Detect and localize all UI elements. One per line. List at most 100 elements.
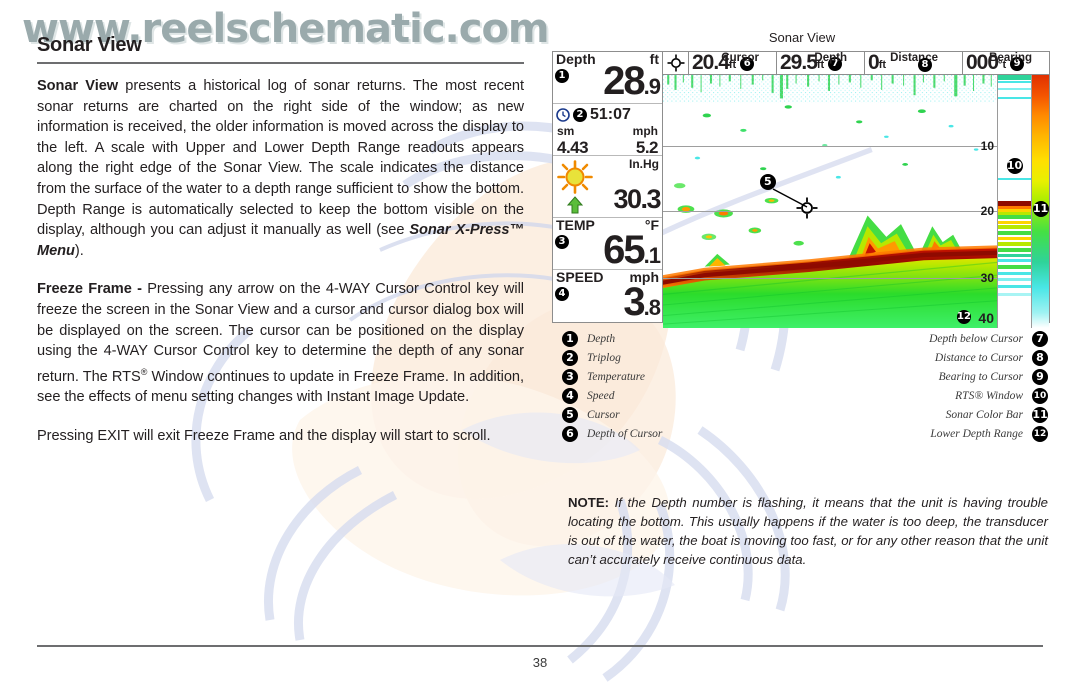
callout-11-sonar-color-bar: 11	[1032, 201, 1049, 218]
clock-icon	[556, 108, 570, 122]
triplog-values: 4.43 5.2	[553, 138, 662, 158]
depth-readout: Depth ft 1 28.9	[553, 52, 662, 104]
legend-item: Bearing to Cursor 9	[929, 367, 1048, 386]
legend-callout-11: 11	[1032, 406, 1048, 423]
depth-below-cursor-label: Depth	[814, 52, 847, 64]
legend-label-10: RTS® Window	[955, 389, 1023, 402]
paragraph-lead-term: Sonar View	[37, 78, 119, 94]
callout-8-distance-to-cursor: 8	[918, 58, 932, 72]
note-text: If the Depth number is flashing, it mean…	[568, 495, 1048, 567]
title-divider	[37, 62, 524, 64]
legend-item: 3 Temperature	[562, 367, 662, 386]
triplog-speed-value: 5.2	[635, 138, 659, 157]
barometer-value: 30.3	[613, 184, 661, 214]
speed-value-int: 3	[623, 280, 645, 324]
legend-label-3: Temperature	[587, 370, 645, 383]
legend-item: 4 Speed	[562, 386, 662, 405]
legend-callout-9: 9	[1032, 368, 1048, 385]
cursor-dialog-icon-cell	[663, 52, 689, 74]
depth-scale-30: 30	[980, 270, 994, 285]
legend-label-5: Cursor	[587, 408, 620, 421]
distance-to-cursor-value: 0	[868, 51, 880, 74]
paragraph-overview-text: presents a historical log of sonar retur…	[37, 78, 524, 239]
speed-value-dec: .8	[643, 295, 661, 320]
legend-item: Sonar Color Bar 11	[929, 405, 1048, 424]
up-arrow-icon	[567, 196, 583, 214]
legend-label-1: Depth	[587, 332, 616, 345]
legend-label-7: Depth below Cursor	[929, 332, 1023, 345]
legend-label-8: Distance to Cursor	[934, 351, 1023, 364]
figure-legend: 1 Depth 2 Triplog 3 Temperature 4 Speed 5 Cur…	[552, 329, 1050, 445]
triplog-units: sm mph	[553, 124, 662, 138]
gridline-10	[663, 145, 997, 147]
triplog-speed-unit: mph	[632, 124, 658, 138]
note-lead: NOTE:	[568, 495, 610, 510]
cursor-dialog-bar: Cursor 20.4 ft 6 Depth 29.5 ft 7 Distanc…	[663, 52, 1049, 75]
note-block: NOTE: If the Depth number is flashing, i…	[568, 493, 1048, 569]
legend-item: 6 Depth of Cursor	[562, 424, 662, 443]
legend-callout-5: 5	[562, 406, 578, 423]
speed-label: SPEED	[556, 269, 604, 285]
depth-value-int: 28	[603, 59, 645, 103]
depth-below-cursor-value: 29.5	[780, 51, 818, 74]
sun-icon	[557, 160, 593, 194]
callout-10-rts-window: 10	[1006, 158, 1023, 175]
legend-label-11: Sonar Color Bar	[945, 408, 1023, 421]
paragraph-overview-end: ).	[74, 242, 84, 259]
legend-callout-3: 3	[562, 368, 578, 385]
legend-item: Lower Depth Range 12	[929, 424, 1048, 443]
footer-divider	[37, 645, 1043, 647]
legend-callout-1: 1	[562, 330, 578, 347]
legend-item: 1 Depth	[562, 329, 662, 348]
gridline-20	[663, 210, 997, 212]
callout-4-speed: 4	[555, 287, 569, 301]
callout-2-triplog: 2	[573, 108, 587, 122]
callout-1-depth: 1	[555, 69, 569, 83]
callout-5-cursor: 5	[759, 173, 776, 190]
echogram: 10 20 30 12 40 5	[663, 75, 997, 329]
legend-callout-6: 6	[562, 425, 578, 442]
sonar-device-screen: Depth ft 1 28.9 2 51:07 sm mph 4.43 5.2 …	[552, 51, 1050, 329]
legend-item: Depth below Cursor 7	[929, 329, 1048, 348]
temperature-readout: TEMP °F 3 65.1	[553, 218, 662, 270]
triplog-distance-value: 4.43	[557, 138, 589, 157]
legend-label-12: Lower Depth Range	[930, 427, 1023, 440]
sonar-color-bar: 11	[1031, 75, 1049, 329]
figure-caption: Sonar View	[768, 30, 836, 45]
depth-value-dec: .9	[643, 74, 661, 99]
legend-item: Distance to Cursor 8	[929, 348, 1048, 367]
legend-callout-7: 7	[1032, 330, 1048, 347]
cursor-depth-label: Cursor	[721, 52, 759, 64]
temperature-value: 65.1	[553, 230, 662, 273]
figure-column: Sonar View Depth ft 1 28.9 2 51:07 sm mp…	[552, 30, 1060, 445]
article-column: Sonar View Sonar View presents a histori…	[37, 34, 524, 446]
temperature-value-int: 65	[603, 228, 645, 272]
depth-label: Depth	[556, 51, 596, 67]
cursor-depth-cell: Cursor 20.4 ft 6	[689, 52, 777, 74]
callout-3-temperature: 3	[555, 235, 569, 249]
legend-callout-12: 12	[1032, 425, 1048, 442]
readout-strip: Depth ft 1 28.9 2 51:07 sm mph 4.43 5.2 …	[553, 52, 663, 322]
speed-header: SPEED mph	[553, 270, 662, 285]
depth-scale-20: 20	[980, 203, 994, 218]
rts-window: 10	[997, 75, 1031, 329]
barometer-unit: In.Hg	[629, 157, 659, 171]
legend-callout-4: 4	[562, 387, 578, 404]
echogram-render	[663, 75, 997, 329]
paragraph-overview: Sonar View presents a historical log of …	[37, 76, 524, 261]
page-title: Sonar View	[37, 34, 142, 56]
legend-callout-8: 8	[1032, 349, 1048, 366]
gridline-30	[663, 277, 997, 279]
distance-to-cursor-cell: Distance 0 ft 8	[865, 52, 963, 74]
legend-right-column: Depth below Cursor 7 Distance to Cursor 8 …	[929, 329, 1048, 443]
depth-below-cursor-cell: Depth 29.5 ft 7	[777, 52, 865, 74]
depth-scale-lower: 40	[978, 310, 994, 327]
temperature-value-dec: .1	[643, 243, 661, 268]
legend-item: RTS® Window 10	[929, 386, 1048, 405]
paragraph-exit: Pressing EXIT will exit Freeze Frame and…	[37, 427, 491, 444]
legend-left-column: 1 Depth 2 Triplog 3 Temperature 4 Speed 5 Cur…	[562, 329, 662, 443]
speed-value: 3.8	[553, 282, 662, 325]
distance-to-cursor-unit: ft	[878, 59, 887, 71]
barometer-readout: In.Hg 30.3	[553, 156, 662, 218]
legend-callout-2: 2	[562, 349, 578, 366]
